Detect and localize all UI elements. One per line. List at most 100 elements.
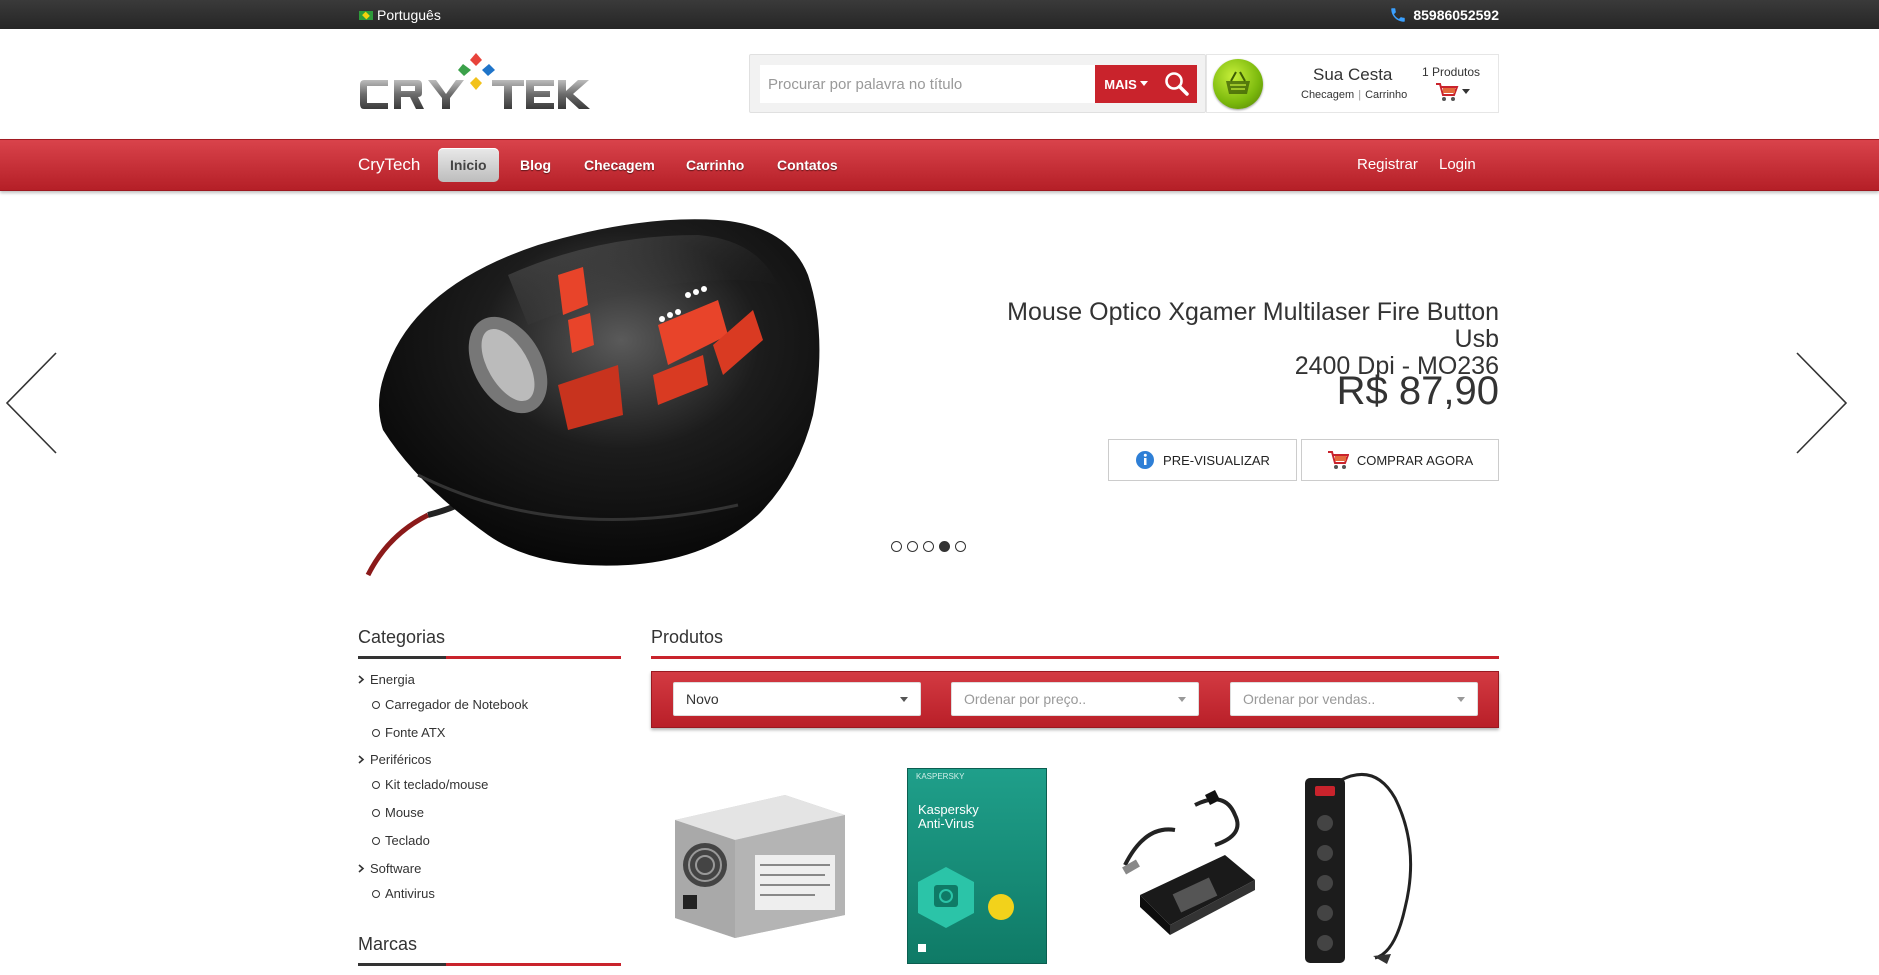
register-link[interactable]: Registrar bbox=[1357, 148, 1418, 182]
kaspersky-name-line-1: Kaspersky bbox=[918, 802, 979, 817]
language-label: Português bbox=[377, 7, 441, 23]
sort-price-value: Ordenar por preço.. bbox=[964, 691, 1087, 707]
subcategory-antivirus[interactable]: Antivirus bbox=[372, 886, 435, 901]
categories-underline bbox=[358, 656, 621, 659]
circle-bullet-icon bbox=[372, 836, 380, 845]
cart-summary: Sua Cesta Checagem | Carrinho 1 Produtos bbox=[1206, 54, 1499, 113]
caret-down-icon bbox=[1178, 697, 1186, 702]
subcategory-mouse[interactable]: Mouse bbox=[372, 805, 424, 820]
products-underline bbox=[651, 656, 1499, 659]
sort-price-select[interactable]: Ordenar por preço.. bbox=[951, 682, 1199, 716]
hero-slider: Mouse Optico Xgamer Multilaser Fire Butt… bbox=[0, 191, 1879, 591]
login-link[interactable]: Login bbox=[1439, 148, 1476, 182]
slide-title-line-1: Mouse Optico Xgamer Multilaser Fire Butt… bbox=[1007, 298, 1499, 353]
caret-down-icon bbox=[1457, 697, 1465, 702]
sort-sales-value: Ordenar por vendas.. bbox=[1243, 691, 1376, 707]
kaspersky-name-line-2: Anti-Virus bbox=[918, 816, 975, 831]
cart-count: 1 Produtos bbox=[1422, 65, 1481, 79]
circle-bullet-icon bbox=[372, 889, 380, 898]
slider-dot-4[interactable] bbox=[939, 541, 950, 552]
cart-title: Sua Cesta bbox=[1313, 65, 1393, 84]
products-title: Produtos bbox=[651, 627, 724, 647]
preview-label: PRE-VISUALIZAR bbox=[1163, 452, 1270, 468]
main-nav: CryTech Inicio Blog Checagem Carrinho Co… bbox=[0, 139, 1879, 191]
product-image-notebook-charger[interactable] bbox=[1105, 785, 1270, 950]
subcategory-label: Fonte ATX bbox=[385, 725, 446, 740]
search-input[interactable] bbox=[760, 65, 1095, 103]
cart-link[interactable]: Carrinho bbox=[1365, 89, 1407, 101]
shopping-cart-icon bbox=[1436, 83, 1459, 101]
phone-number: 85986052592 bbox=[1413, 7, 1499, 23]
nav-brand[interactable]: CryTech bbox=[358, 155, 420, 175]
mais-label: MAIS bbox=[1104, 76, 1137, 92]
checkout-link[interactable]: Checagem bbox=[1301, 89, 1354, 101]
phone-contact[interactable]: 85986052592 bbox=[1389, 6, 1499, 24]
slide-price: R$ 87,90 bbox=[1336, 369, 1499, 413]
product-image-power-strip[interactable] bbox=[1295, 768, 1435, 968]
cart-links: Checagem | Carrinho bbox=[1301, 89, 1407, 101]
nav-item-contatos[interactable]: Contatos bbox=[777, 148, 838, 182]
slider-dot-1[interactable] bbox=[891, 541, 902, 552]
nav-item-checagem[interactable]: Checagem bbox=[584, 148, 655, 182]
product-filter-bar: Novo Ordenar por preço.. Ordenar por ven… bbox=[651, 671, 1499, 728]
caret-down-icon bbox=[900, 697, 908, 702]
category-label: Energia bbox=[370, 672, 415, 687]
circle-bullet-icon bbox=[372, 808, 380, 817]
gaming-mouse-image[interactable] bbox=[358, 215, 918, 585]
caret-down-icon bbox=[1462, 89, 1470, 94]
category-energia[interactable]: Energia bbox=[358, 672, 415, 687]
logo-mark-icon bbox=[918, 944, 926, 952]
categories-title: Categorias bbox=[358, 627, 446, 647]
basket-glyph-icon bbox=[1226, 71, 1250, 94]
slider-dot-5[interactable] bbox=[955, 541, 966, 552]
preview-button[interactable]: PRE-VISUALIZAR bbox=[1108, 439, 1297, 481]
language-selector[interactable]: Português bbox=[359, 7, 441, 23]
search-box: MAIS bbox=[749, 54, 1206, 113]
crytek-logo[interactable] bbox=[358, 52, 591, 118]
nav-item-blog[interactable]: Blog bbox=[520, 148, 551, 182]
circle-bullet-icon bbox=[372, 780, 380, 789]
basket-icon[interactable] bbox=[1213, 59, 1263, 109]
subcategory-kit-teclado-mouse[interactable]: Kit teclado/mouse bbox=[372, 777, 488, 792]
sort-new-value: Novo bbox=[686, 691, 719, 707]
slider-dot-3[interactable] bbox=[923, 541, 934, 552]
brazil-flag-icon bbox=[359, 10, 373, 20]
subcategory-label: Mouse bbox=[385, 805, 425, 820]
subcategory-fonte-atx[interactable]: Fonte ATX bbox=[372, 725, 445, 740]
mini-cart-dropdown[interactable] bbox=[1435, 82, 1470, 102]
buy-now-button[interactable]: COMPRAR AGORA bbox=[1301, 439, 1499, 481]
product-image-kaspersky[interactable]: KASPERSKY Kaspersky Anti-Virus bbox=[907, 768, 1047, 964]
slider-prev-arrow-icon[interactable] bbox=[4, 351, 60, 455]
badge-icon bbox=[988, 894, 1014, 920]
brands-underline bbox=[358, 963, 621, 966]
category-label: Periféricos bbox=[370, 752, 432, 767]
phone-icon bbox=[1391, 8, 1406, 22]
sort-sales-select[interactable]: Ordenar por vendas.. bbox=[1230, 682, 1478, 716]
info-icon bbox=[1136, 451, 1155, 469]
subcategory-label: Teclado bbox=[385, 833, 430, 848]
top-bar: Português 85986052592 bbox=[0, 0, 1879, 29]
category-perifericos[interactable]: Periféricos bbox=[358, 752, 431, 767]
slider-dot-2[interactable] bbox=[907, 541, 918, 552]
kaspersky-product-name: Kaspersky Anti-Virus bbox=[918, 803, 979, 831]
chevron-right-icon bbox=[358, 755, 365, 764]
subcategory-label: Antivirus bbox=[385, 886, 435, 901]
mais-dropdown-button[interactable]: MAIS bbox=[1095, 65, 1157, 103]
sort-new-select[interactable]: Novo bbox=[673, 682, 921, 716]
chevron-right-icon bbox=[358, 864, 365, 873]
category-label: Software bbox=[370, 861, 422, 876]
subcategory-carregador-notebook[interactable]: Carregador de Notebook bbox=[372, 697, 528, 712]
buy-now-label: COMPRAR AGORA bbox=[1356, 452, 1474, 468]
category-software[interactable]: Software bbox=[358, 861, 421, 876]
subcategory-label: Kit teclado/mouse bbox=[385, 777, 489, 792]
slide-product-title[interactable]: Mouse Optico Xgamer Multilaser Fire Butt… bbox=[960, 299, 1499, 380]
slider-next-arrow-icon[interactable] bbox=[1793, 351, 1849, 455]
search-button[interactable] bbox=[1157, 65, 1197, 103]
chevron-right-icon bbox=[358, 675, 365, 684]
nav-item-inicio[interactable]: Inicio bbox=[438, 148, 499, 182]
product-image-power-supply[interactable] bbox=[665, 790, 850, 940]
nav-item-carrinho[interactable]: Carrinho bbox=[686, 148, 744, 182]
circle-bullet-icon bbox=[372, 700, 380, 709]
subcategory-teclado[interactable]: Teclado bbox=[372, 833, 430, 848]
caret-down-icon bbox=[1139, 81, 1148, 86]
